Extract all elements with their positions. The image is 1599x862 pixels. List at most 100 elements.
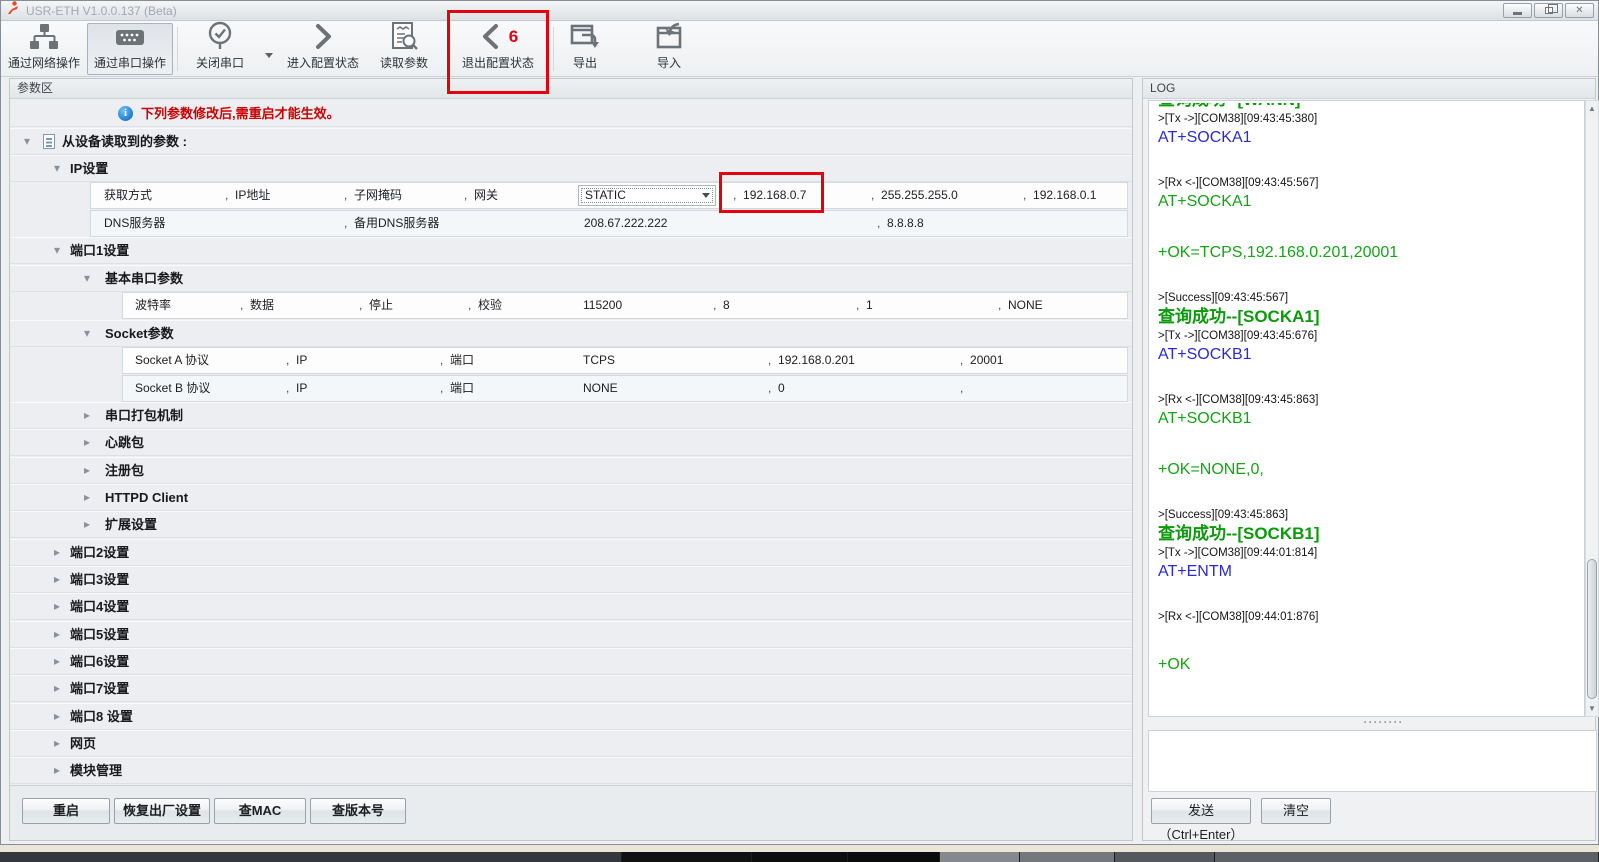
chevron-down-icon[interactable] [702, 193, 710, 198]
socket-a-port-value[interactable]: 20001 [960, 348, 1003, 373]
socket-a-protocol-value[interactable]: TCPS [583, 348, 615, 373]
scroll-up-icon[interactable] [1586, 101, 1598, 116]
tree-item-port1-0[interactable]: 串口打包机制 [10, 402, 1132, 429]
scrollbar-thumb[interactable] [1587, 559, 1597, 699]
network-icon [28, 22, 60, 52]
expand-arrow-icon[interactable] [50, 648, 64, 675]
expand-arrow-icon[interactable] [50, 566, 64, 593]
tree-item-port1-3[interactable]: HTTPD Client [10, 484, 1132, 511]
expand-arrow-icon[interactable] [50, 703, 64, 730]
expand-arrow-icon[interactable] [50, 757, 64, 784]
dns-server-value[interactable]: 208.67.222.222 [584, 211, 667, 236]
minimize-button[interactable] [1503, 3, 1532, 18]
taskbar-segment-6[interactable] [1115, 852, 1215, 862]
expand-arrow-icon[interactable] [50, 675, 64, 702]
socket-a-ip-value[interactable]: 192.168.0.201 [768, 348, 855, 373]
log-entry-4: >[Tx ->][COM38][09:43:45:676]AT+SOCKB1 [1158, 329, 1575, 365]
log-meta: >[Success][09:43:45:567] [1158, 291, 1575, 305]
close-icon [1575, 6, 1583, 16]
data-bits-value[interactable]: 8 [713, 293, 730, 318]
param-footer-button-3[interactable]: 查版本号 [310, 798, 406, 824]
log-scrollbar[interactable] [1585, 100, 1599, 717]
collapse-arrow-icon[interactable] [80, 320, 94, 347]
toolbar-button-3[interactable]: 进入配置状态 [281, 23, 365, 75]
tree-section-5[interactable]: 端口7设置 [10, 675, 1132, 702]
export-icon [569, 22, 601, 52]
restore-button[interactable] [1534, 3, 1563, 18]
param-footer-button-0[interactable]: 重启 [22, 798, 110, 824]
expand-arrow-icon[interactable] [50, 539, 64, 566]
tree-item-label: 端口5设置 [70, 621, 129, 648]
expand-arrow-icon[interactable] [50, 730, 64, 757]
tree-group-serial-params[interactable]: 基本串口参数 [10, 265, 1132, 292]
toolbar-button-4[interactable]: 读取参数 [371, 23, 437, 75]
ip-mode-select[interactable]: STATIC [578, 185, 716, 206]
log-meta: >[Rx <-][COM38][09:43:45:567] [1158, 176, 1575, 190]
tree-section-ip[interactable]: IP设置 [10, 155, 1132, 182]
baud-rate-value[interactable]: 115200 [583, 293, 622, 318]
collapse-arrow-icon[interactable] [50, 237, 64, 264]
backup-dns-value[interactable]: 8.8.8.8 [877, 211, 924, 236]
tree-section-3[interactable]: 端口5设置 [10, 621, 1132, 648]
taskbar-segment-1[interactable] [622, 852, 752, 862]
tree-section-1[interactable]: 端口3设置 [10, 566, 1132, 593]
log-output[interactable]: 查询成功--[WANN]>[Tx ->][COM38][09:43:45:380… [1148, 100, 1585, 717]
taskbar-segment-3[interactable] [848, 852, 940, 862]
expand-arrow-icon[interactable] [80, 402, 94, 429]
tree-section-2[interactable]: 端口4设置 [10, 593, 1132, 620]
socket-b-ip-value[interactable]: 0 [768, 376, 785, 401]
close-button[interactable] [1565, 3, 1594, 18]
toolbar-button-2[interactable]: 关闭串口 [181, 23, 259, 75]
field-label: 端口 [440, 376, 474, 401]
field-label: 停止 [359, 293, 393, 318]
send-input[interactable] [1148, 730, 1597, 792]
expand-arrow-icon[interactable] [50, 621, 64, 648]
param-footer-button-2[interactable]: 查MAC [214, 798, 306, 824]
parity-value[interactable]: NONE [998, 293, 1043, 318]
subnet-mask-value[interactable]: 255.255.255.0 [871, 183, 958, 208]
collapse-arrow-icon[interactable] [50, 155, 64, 182]
taskbar-segment-7[interactable] [1215, 852, 1599, 862]
stop-bits-value[interactable]: 1 [856, 293, 873, 318]
toolbar-button-7[interactable]: 导入 [637, 23, 701, 75]
tree-group-socket-params[interactable]: Socket参数 [10, 320, 1132, 347]
app-logo-icon [6, 1, 20, 20]
tree-item-port1-1[interactable]: 心跳包 [10, 429, 1132, 456]
log-entry-7: >[Tx ->][COM38][09:44:01:814]AT+ENTM [1158, 546, 1575, 582]
log-footer-button-0[interactable]: 发送（Ctrl+Enter） [1151, 798, 1251, 824]
expand-arrow-icon[interactable] [80, 511, 94, 538]
log-splitter[interactable] [1148, 718, 1597, 729]
gateway-value[interactable]: 192.168.0.1 [1023, 183, 1096, 208]
toolbar-button-0[interactable]: 通过网络操作 [3, 23, 85, 75]
tree-section-port1[interactable]: 端口1设置 [10, 237, 1132, 264]
tree-root[interactable]: 从设备读取到的参数 : [10, 128, 1132, 155]
tree-section-4[interactable]: 端口6设置 [10, 648, 1132, 675]
tree-section-6[interactable]: 端口8 设置 [10, 703, 1132, 730]
socket-b-protocol-value[interactable]: NONE [583, 376, 618, 401]
tree-section-0[interactable]: 端口2设置 [10, 539, 1132, 566]
collapse-arrow-icon[interactable] [20, 128, 34, 155]
param-footer-button-1[interactable]: 恢复出厂设置 [114, 798, 210, 824]
dns-config-row: DNS服务器 备用DNS服务器 208.67.222.222 8.8.8.8 [90, 210, 1128, 237]
toolbar-button-1[interactable]: 通过串口操作 [87, 23, 173, 75]
log-footer-button-1[interactable]: 清空 [1261, 798, 1331, 824]
chevron-down-icon[interactable] [265, 53, 273, 58]
tree-item-port1-2[interactable]: 注册包 [10, 457, 1132, 484]
scroll-down-icon[interactable] [1586, 701, 1598, 716]
expand-arrow-icon[interactable] [50, 593, 64, 620]
taskbar-segment-0[interactable] [0, 852, 622, 862]
socket-b-port-value[interactable] [960, 376, 970, 401]
toolbar-button-6[interactable]: 导出 [553, 23, 617, 75]
tree-item-port1-4[interactable]: 扩展设置 [10, 511, 1132, 538]
expand-arrow-icon[interactable] [80, 484, 94, 511]
taskbar[interactable] [0, 852, 1599, 862]
expand-arrow-icon[interactable] [80, 457, 94, 484]
collapse-arrow-icon[interactable] [80, 265, 94, 292]
taskbar-segment-2[interactable] [752, 852, 848, 862]
field-label: 端口 [440, 348, 474, 373]
taskbar-segment-4[interactable] [940, 852, 1020, 862]
tree-section-8[interactable]: 模块管理 [10, 757, 1132, 784]
expand-arrow-icon[interactable] [80, 429, 94, 456]
tree-section-7[interactable]: 网页 [10, 730, 1132, 757]
taskbar-segment-5[interactable] [1020, 852, 1115, 862]
